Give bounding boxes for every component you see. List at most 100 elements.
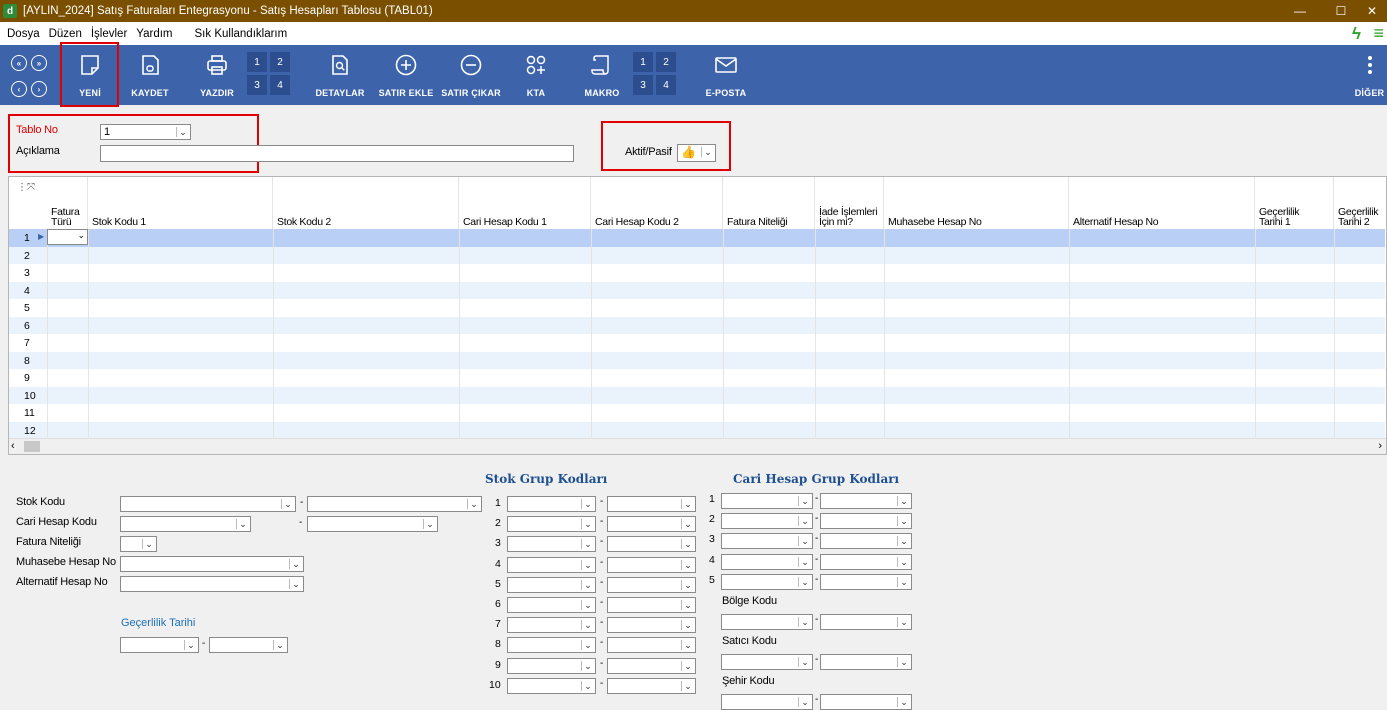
- kta-button[interactable]: KTA: [510, 45, 562, 105]
- minimize-button[interactable]: —: [1277, 0, 1323, 22]
- scroll-left-icon[interactable]: ‹: [11, 440, 15, 452]
- col-muhasebe-hesap-no[interactable]: Muhasebe Hesap No: [884, 177, 1069, 229]
- aktif-pasif-combo[interactable]: 👍 ⌄: [677, 144, 716, 162]
- next-record-icon[interactable]: ›: [31, 81, 47, 97]
- grid-options-icon[interactable]: ⋮⤧: [17, 182, 35, 193]
- cari-grup-from-combo[interactable]: ⌄: [721, 533, 813, 550]
- gecerlilik-from-combo[interactable]: ⌄: [120, 637, 199, 653]
- macro-slot-3[interactable]: 3: [633, 75, 653, 95]
- menu-yardim[interactable]: Yardım: [136, 28, 172, 40]
- lightning-icon[interactable]: ϟ: [1352, 24, 1361, 44]
- kaydet-button[interactable]: KAYDET: [122, 45, 178, 105]
- scroll-right-icon[interactable]: ›: [1378, 440, 1382, 452]
- diger-button[interactable]: DİĞER: [1352, 45, 1387, 105]
- stok-grup-to-combo[interactable]: ⌄: [607, 516, 696, 533]
- menu-duzen[interactable]: Düzen: [49, 28, 82, 40]
- fatura-turu-combo[interactable]: ⌄: [47, 229, 88, 245]
- print-slot-2[interactable]: 2: [270, 52, 290, 72]
- cari-grup-from-combo[interactable]: ⌄: [721, 573, 813, 590]
- print-slot-4[interactable]: 4: [270, 75, 290, 95]
- detaylar-button[interactable]: DETAYLAR: [312, 45, 368, 105]
- col-fatura-turu[interactable]: Fatura Türü: [47, 177, 88, 229]
- table-row[interactable]: 12: [9, 421, 1385, 439]
- table-row[interactable]: 2: [9, 246, 1385, 264]
- hamburger-menu-icon[interactable]: ≡: [1373, 23, 1384, 44]
- cari-hesap-kodu-from-combo[interactable]: ⌄: [120, 516, 251, 532]
- menu-islevler[interactable]: İşlevler: [91, 28, 127, 40]
- col-iade-islemleri[interactable]: İade İşlemleri İçin mi?: [815, 177, 884, 229]
- stok-grup-from-combo[interactable]: ⌄: [507, 597, 596, 613]
- stok-kodu-to-combo[interactable]: ⌄: [307, 496, 482, 512]
- menu-dosya[interactable]: Dosya: [7, 28, 40, 40]
- stok-grup-to-combo[interactable]: ⌄: [607, 637, 696, 654]
- col-alternatif-hesap-no[interactable]: Alternatif Hesap No: [1069, 177, 1255, 229]
- stok-grup-to-combo[interactable]: ⌄: [607, 677, 696, 694]
- muhasebe-hesap-no-combo[interactable]: ⌄: [120, 556, 304, 572]
- table-row[interactable]: 5: [9, 299, 1385, 317]
- cari-grup-to-combo[interactable]: ⌄: [820, 513, 912, 530]
- horizontal-scrollbar[interactable]: ‹ ›: [9, 438, 1386, 454]
- yazdir-button[interactable]: YAZDIR: [189, 45, 245, 105]
- cari-hesap-kodu-to-combo[interactable]: ⌄: [307, 516, 438, 532]
- table-row[interactable]: 7: [9, 334, 1385, 352]
- stok-kodu-from-combo[interactable]: ⌄: [120, 496, 296, 512]
- aciklama-input[interactable]: [100, 145, 574, 162]
- stok-grup-from-combo[interactable]: ⌄: [507, 556, 596, 573]
- table-row[interactable]: 3: [9, 264, 1385, 282]
- table-row[interactable]: 4: [9, 281, 1385, 299]
- satici-kodu-from-combo[interactable]: ⌄: [721, 654, 813, 670]
- first-record-icon[interactable]: «: [11, 55, 27, 71]
- stok-grup-to-combo[interactable]: ⌄: [607, 576, 696, 593]
- table-row[interactable]: 8: [9, 351, 1385, 369]
- macro-slot-4[interactable]: 4: [656, 75, 676, 95]
- table-row[interactable]: 11: [9, 404, 1385, 422]
- cari-grup-from-combo[interactable]: ⌄: [721, 493, 813, 509]
- macro-slot-2[interactable]: 2: [656, 52, 676, 72]
- cari-grup-to-combo[interactable]: ⌄: [820, 553, 912, 570]
- table-row[interactable]: 6: [9, 316, 1385, 334]
- stok-grup-to-combo[interactable]: ⌄: [607, 496, 696, 512]
- col-cari-hesap-kodu-1[interactable]: Cari Hesap Kodu 1: [459, 177, 591, 229]
- table-row[interactable]: 9: [9, 369, 1385, 387]
- stok-grup-to-combo[interactable]: ⌄: [607, 536, 696, 553]
- cari-grup-from-combo[interactable]: ⌄: [721, 553, 813, 570]
- bolge-kodu-to-combo[interactable]: ⌄: [820, 614, 912, 630]
- cari-grup-from-combo[interactable]: ⌄: [721, 513, 813, 530]
- col-stok-kodu-2[interactable]: Stok Kodu 2: [273, 177, 459, 229]
- sehir-kodu-from-combo[interactable]: ⌄: [721, 694, 813, 710]
- scroll-thumb[interactable]: [24, 441, 40, 452]
- stok-grup-to-combo[interactable]: ⌄: [607, 597, 696, 613]
- gecerlilik-to-combo[interactable]: ⌄: [209, 637, 288, 653]
- stok-grup-from-combo[interactable]: ⌄: [507, 617, 596, 634]
- menu-sik-kullandiklarim[interactable]: Sık Kullandıklarım: [195, 28, 288, 40]
- sehir-kodu-to-combo[interactable]: ⌄: [820, 694, 912, 710]
- alternatif-hesap-no-combo[interactable]: ⌄: [120, 576, 304, 592]
- stok-grup-to-combo[interactable]: ⌄: [607, 617, 696, 634]
- satici-kodu-to-combo[interactable]: ⌄: [820, 654, 912, 670]
- table-row[interactable]: 10: [9, 386, 1385, 404]
- stok-grup-from-combo[interactable]: ⌄: [507, 677, 596, 694]
- satir-ekle-button[interactable]: SATIR EKLE: [376, 45, 436, 105]
- table-row[interactable]: 1: [9, 229, 1385, 247]
- col-fatura-niteligi[interactable]: Fatura Niteliği: [723, 177, 815, 229]
- stok-grup-from-combo[interactable]: ⌄: [507, 576, 596, 593]
- macro-slot-1[interactable]: 1: [633, 52, 653, 72]
- makro-button[interactable]: MAKRO: [574, 45, 630, 105]
- tablo-no-combo[interactable]: 1 ⌄: [100, 124, 191, 140]
- bolge-kodu-from-combo[interactable]: ⌄: [721, 614, 813, 630]
- print-slot-1[interactable]: 1: [247, 52, 267, 72]
- cari-grup-to-combo[interactable]: ⌄: [820, 493, 912, 509]
- stok-grup-from-combo[interactable]: ⌄: [507, 536, 596, 553]
- stok-grup-from-combo[interactable]: ⌄: [507, 496, 596, 512]
- stok-grup-from-combo[interactable]: ⌄: [507, 637, 596, 654]
- satir-cikar-button[interactable]: SATIR ÇIKAR: [440, 45, 502, 105]
- stok-grup-to-combo[interactable]: ⌄: [607, 657, 696, 674]
- prev-record-icon[interactable]: ‹: [11, 81, 27, 97]
- stok-grup-from-combo[interactable]: ⌄: [507, 516, 596, 533]
- col-gecerlilik-tarihi-2[interactable]: Geçerlilik Tarihi 2: [1334, 177, 1386, 229]
- cari-grup-to-combo[interactable]: ⌄: [820, 573, 912, 590]
- cari-grup-to-combo[interactable]: ⌄: [820, 533, 912, 550]
- print-slot-3[interactable]: 3: [247, 75, 267, 95]
- last-record-icon[interactable]: »: [31, 55, 47, 71]
- col-cari-hesap-kodu-2[interactable]: Cari Hesap Kodu 2: [591, 177, 723, 229]
